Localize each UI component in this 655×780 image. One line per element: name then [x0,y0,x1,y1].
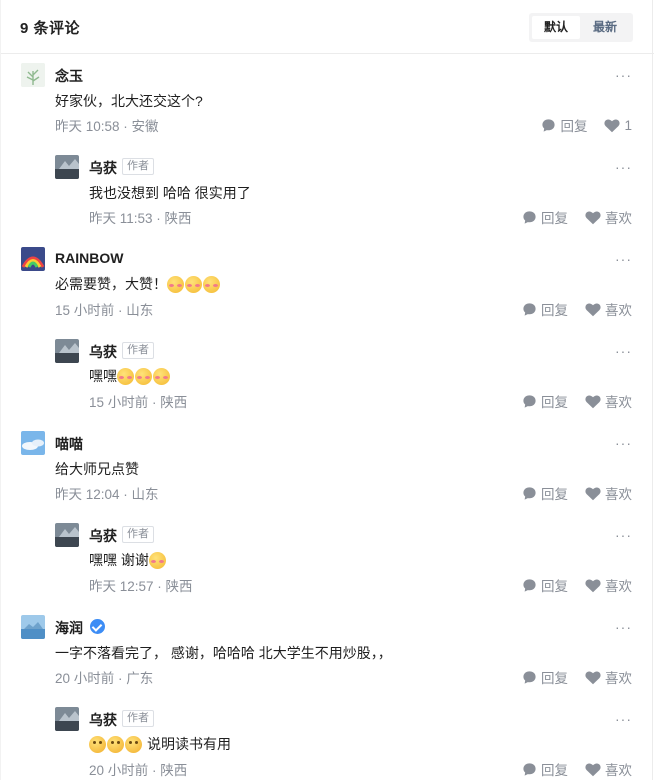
more-options-button[interactable]: ··· [615,712,632,726]
author-badge: 作者 [122,710,154,727]
reply-button[interactable]: 回复 [522,759,568,779]
comment-text: 说明读书有用 [147,736,231,752]
like-button[interactable]: 喜欢 [585,759,632,779]
thinking-emoji-icon [125,735,142,753]
comment-author-name[interactable]: 乌获 [89,710,117,730]
comments-panel: 9 条评论 默认 最新 念玉 ··· 好家伙，北大还交这个? 昨天 10:58 … [0,0,654,780]
avatar[interactable] [55,707,79,731]
comment-actions: 回复 喜欢 [522,759,632,779]
photo-avatar-icon [55,707,79,731]
heart-icon [585,762,601,776]
comment-text-row: 说明读书有用 [89,734,231,754]
thinking-emoji-icon [107,735,124,753]
reply-label: 回复 [541,763,568,778]
like-label: 喜欢 [605,763,632,778]
comment-meta: 20 小时前 · 陕西 [89,759,187,779]
reply-item: 乌获 作者 ··· 说明读书有用 20 小时前 · 陕西 回复 喜欢 [1,0,654,780]
thinking-emoji-icon [89,735,106,753]
reply-bubble-icon [523,762,536,776]
comment-location: 陕西 [160,763,188,778]
meta-separator: · [148,763,161,778]
comment-time: 20 小时前 [89,763,149,778]
